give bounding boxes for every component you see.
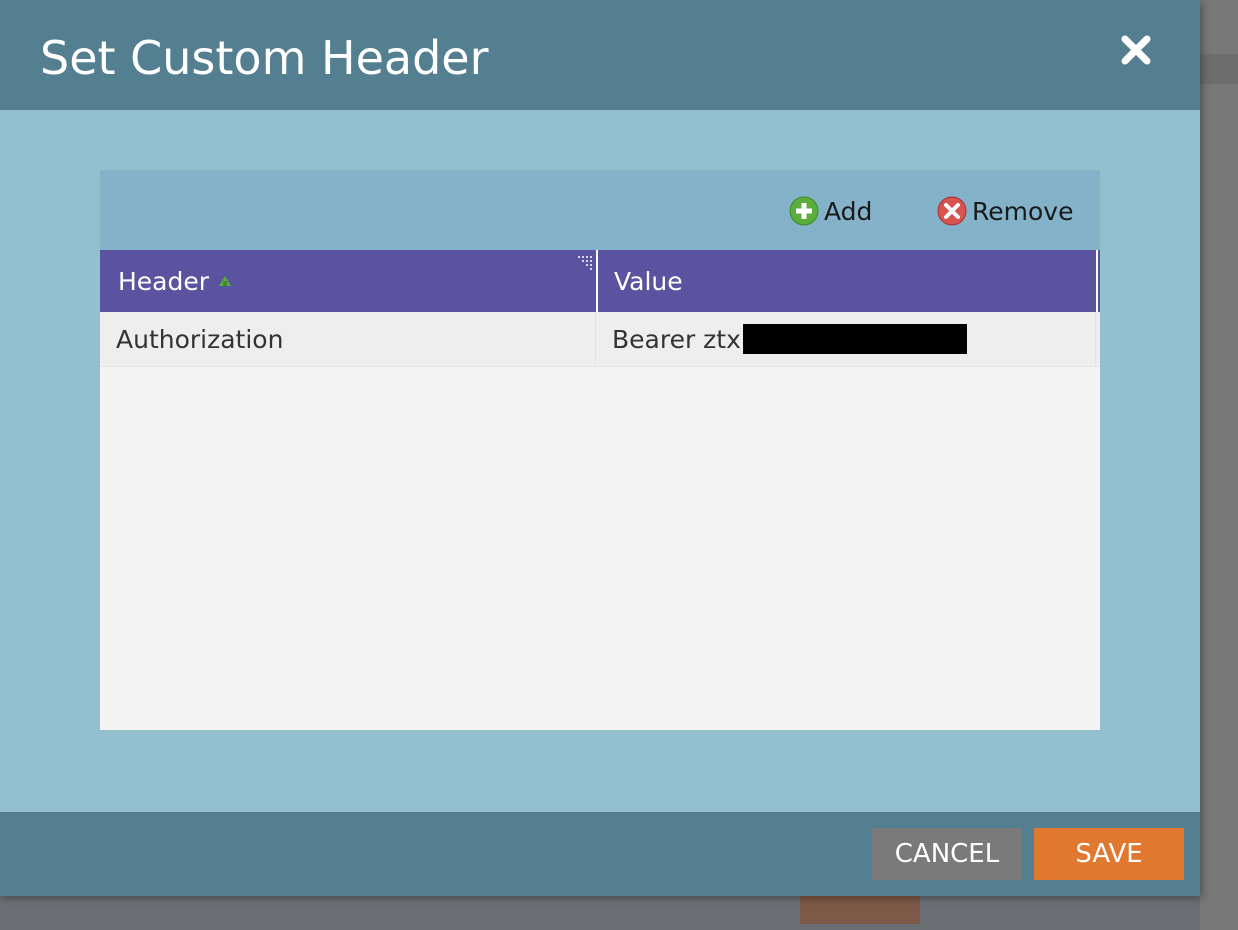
save-button[interactable]: SAVE [1034, 828, 1184, 880]
row-separator-end [1095, 312, 1096, 366]
column-header-header[interactable]: Header [118, 250, 588, 312]
column-resize-icon[interactable] [578, 256, 592, 270]
grid-toolbar: Add Remove [100, 170, 1100, 250]
remove-button[interactable]: Remove [936, 194, 1073, 228]
column-separator-end [1096, 250, 1098, 312]
table-row[interactable]: Authorization Bearer ztx [100, 312, 1100, 367]
backdrop-bottom-strip [0, 896, 1200, 930]
cell-value-text: Bearer ztx [612, 324, 741, 354]
custom-header-dialog: Set Custom Header Add Remove Header Valu… [0, 0, 1200, 896]
grid-header-row: Header Value [100, 250, 1100, 312]
column-separator[interactable] [596, 250, 598, 312]
dialog-footer: CANCEL SAVE [0, 812, 1200, 896]
dialog-title-bar: Set Custom Header [0, 0, 1200, 110]
close-icon [1121, 35, 1151, 65]
remove-label: Remove [972, 196, 1074, 226]
backdrop-toolbar-strip [1200, 54, 1238, 84]
headers-grid-panel: Add Remove Header Value Authorization Be… [100, 170, 1100, 730]
add-button[interactable]: Add [788, 194, 872, 228]
redaction-block [742, 324, 967, 354]
cell-header-value: Bearer ztx [612, 312, 1092, 366]
add-label: Add [824, 196, 873, 226]
sort-ascending-icon [219, 276, 232, 286]
column-value-label: Value [614, 266, 683, 296]
close-button[interactable] [1116, 30, 1156, 70]
cancel-button[interactable]: CANCEL [872, 828, 1022, 880]
remove-circle-icon [937, 196, 967, 226]
dialog-title: Set Custom Header [40, 31, 489, 85]
plus-circle-icon [789, 196, 819, 226]
backdrop-button [800, 896, 920, 924]
column-header-value[interactable]: Value [614, 250, 1084, 312]
cell-header-name: Authorization [116, 324, 284, 354]
row-separator [595, 312, 596, 366]
column-header-label: Header [118, 266, 210, 296]
